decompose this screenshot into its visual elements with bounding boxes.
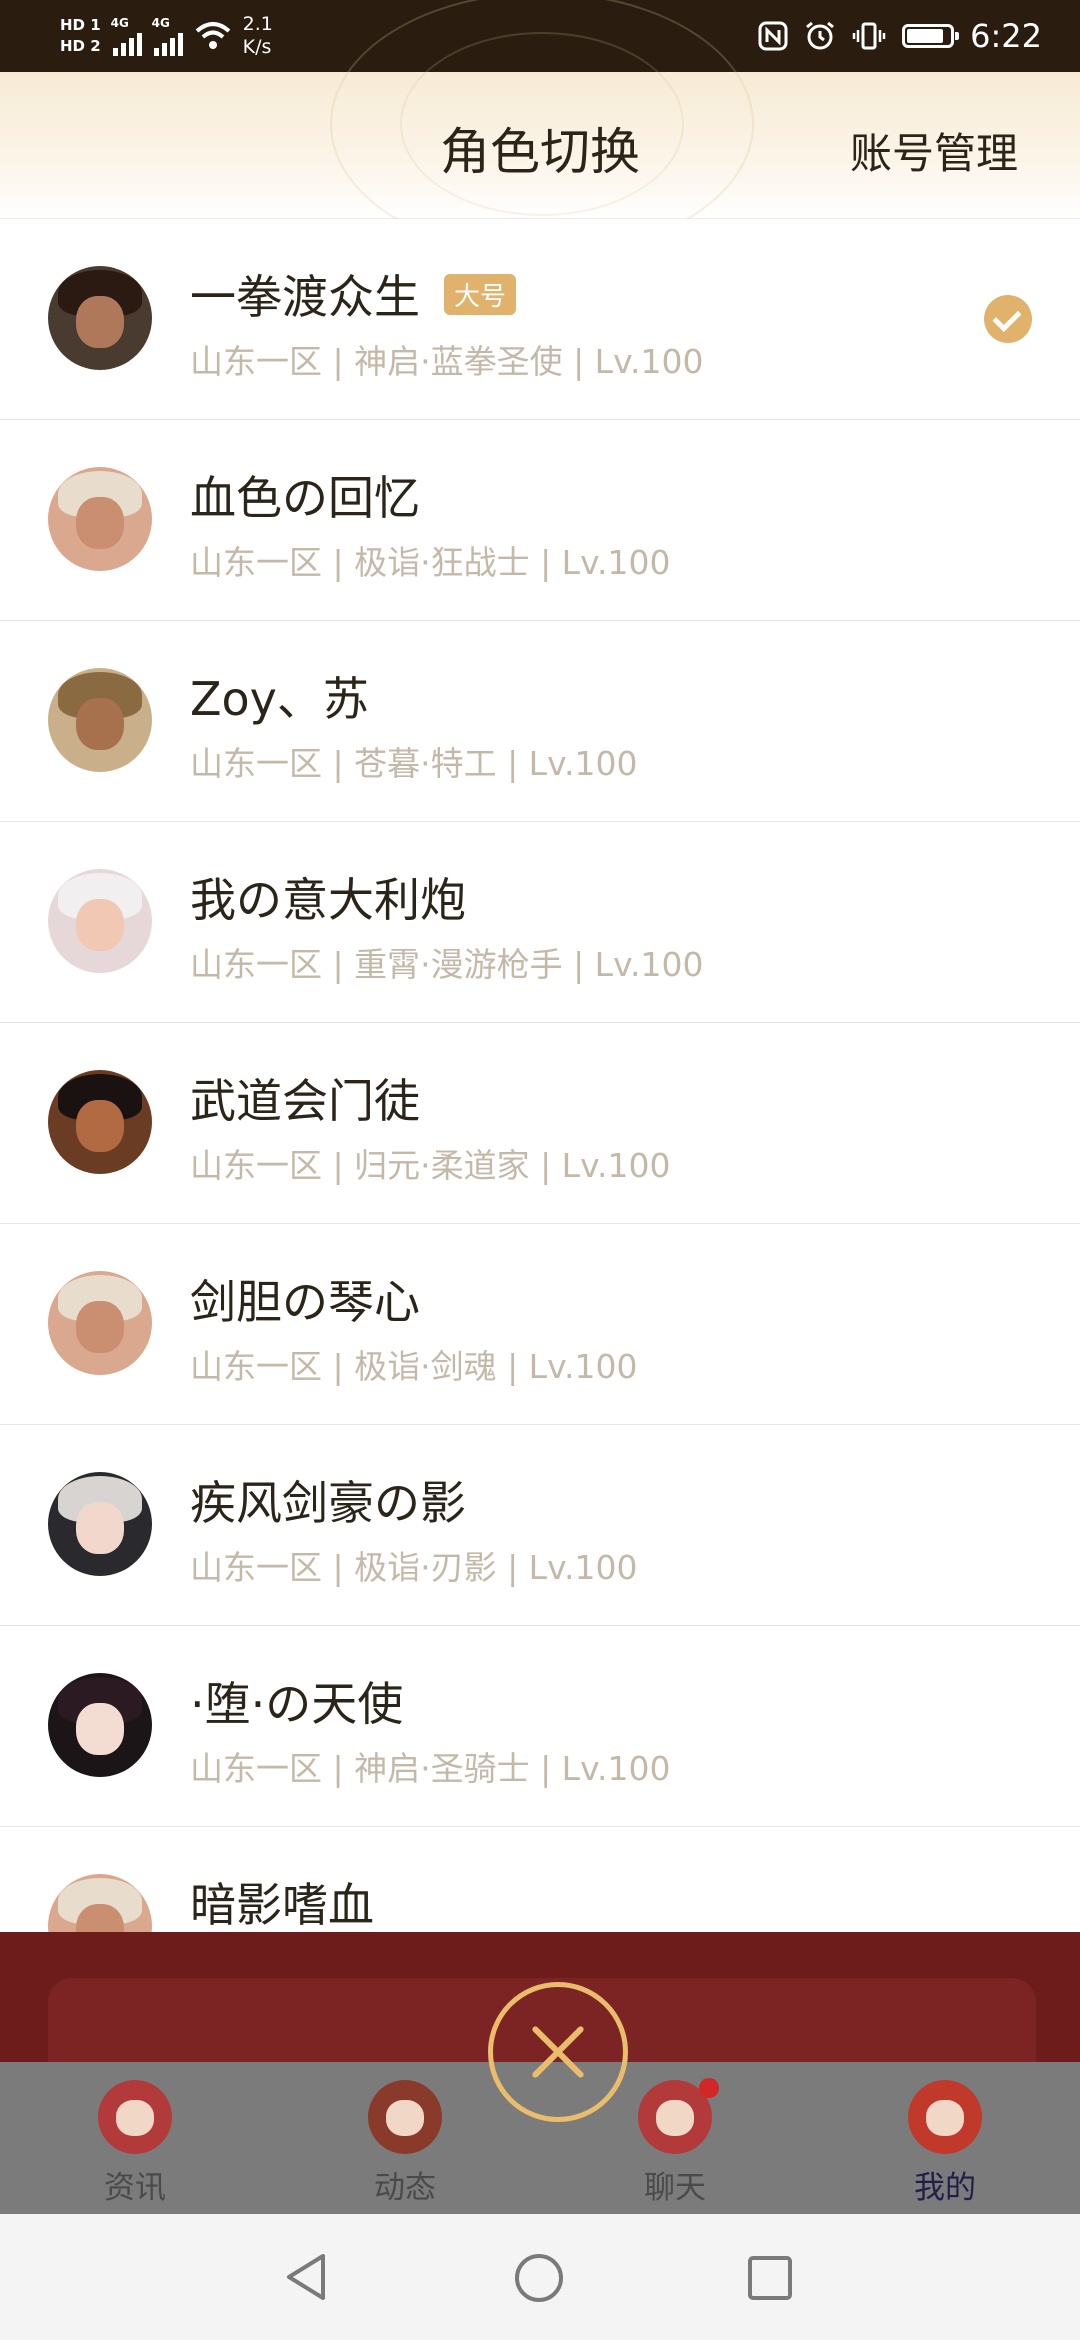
role-name: 疾风剑豪の影 — [190, 1476, 466, 1530]
role-name: 血色の回忆 — [190, 471, 420, 525]
hd2-label: HD 2 — [60, 37, 101, 55]
role-meta: 山东一区 | 归元·柔道家 | Lv.100 — [190, 1146, 671, 1185]
network-speed: 2.1 K/s — [243, 13, 273, 59]
tab-me[interactable]: 我的 — [810, 2062, 1080, 2214]
tab-label: 资讯 — [104, 2170, 166, 2206]
tab-label: 聊天 — [644, 2170, 706, 2206]
avatar — [48, 1271, 152, 1375]
home-icon[interactable] — [513, 2252, 565, 2304]
role-meta: 山东一区 | 重霄·漫游枪手 | Lv.100 — [190, 945, 704, 984]
role-row[interactable]: ·堕·の天使 山东一区 | 神启·圣骑士 | Lv.100 — [0, 1626, 1080, 1827]
clock: 6:22 — [970, 17, 1042, 55]
battery-icon — [902, 24, 960, 48]
role-meta: 山东一区 | 神启·圣骑士 | Lv.100 — [190, 1749, 671, 1788]
me-tab-icon — [908, 2080, 982, 2154]
role-name: 暗影嗜血 — [190, 1878, 374, 1932]
tab-label: 动态 — [374, 2170, 436, 2206]
feed-tab-icon — [368, 2080, 442, 2154]
role-name: 我の意大利炮 — [190, 873, 466, 927]
tab-news[interactable]: 资讯 — [0, 2062, 270, 2214]
role-row[interactable]: 剑胆の琴心 山东一区 | 极诣·剑魂 | Lv.100 — [0, 1224, 1080, 1425]
role-name: Zoy、苏 — [190, 672, 369, 726]
role-meta: 山东一区 | 苍暮·特工 | Lv.100 — [190, 744, 638, 783]
news-tab-icon — [98, 2080, 172, 2154]
alarm-icon — [806, 21, 835, 50]
recents-icon[interactable] — [746, 2254, 794, 2302]
avatar — [48, 869, 152, 973]
tab-label: 我的 — [914, 2170, 976, 2206]
avatar — [48, 266, 152, 370]
system-nav-bar — [0, 2214, 1080, 2340]
role-meta: 山东一区 | 极诣·狂战士 | Lv.100 — [190, 543, 671, 582]
unread-dot — [699, 2078, 719, 2098]
role-name-wrap: 一拳渡众生 大号 — [190, 261, 517, 327]
signal-2-icon: 4G — [151, 16, 183, 56]
role-name: ·堕·の天使 — [190, 1677, 404, 1731]
main-account-badge: 大号 — [444, 274, 517, 315]
avatar — [48, 1673, 152, 1777]
selected-check-icon — [984, 295, 1032, 343]
avatar — [48, 467, 152, 571]
close-button[interactable] — [488, 1982, 628, 2122]
role-meta: 山东一区 | 极诣·刃影 | Lv.100 — [190, 1548, 638, 1587]
back-icon[interactable] — [283, 2252, 331, 2302]
hd-indicator: HD 1 HD 2 — [60, 17, 101, 55]
role-row[interactable]: Zoy、苏 山东一区 | 苍暮·特工 | Lv.100 — [0, 621, 1080, 822]
wifi-icon — [195, 22, 230, 49]
signal-1-icon: 4G — [110, 16, 142, 56]
page-header: 角色切换 账号管理 — [0, 0, 1080, 256]
role-meta: 山东一区 | 极诣·剑魂 | Lv.100 — [190, 1347, 638, 1386]
role-name: 武道会门徒 — [190, 1074, 420, 1128]
role-row[interactable]: 武道会门徒 山东一区 | 归元·柔道家 | Lv.100 — [0, 1023, 1080, 1224]
role-name: 一拳渡众生 — [190, 270, 420, 324]
avatar — [48, 1070, 152, 1174]
network-speed-unit: K/s — [242, 36, 272, 58]
role-row[interactable]: 一拳渡众生 大号 山东一区 | 神启·蓝拳圣使 | Lv.100 — [0, 219, 1080, 420]
role-meta: 山东一区 | 神启·蓝拳圣使 | Lv.100 — [190, 342, 704, 381]
role-row[interactable]: 疾风剑豪の影 山东一区 | 极诣·刃影 | Lv.100 — [0, 1425, 1080, 1626]
hd1-label: HD 1 — [60, 16, 101, 34]
network-type-2: 4G — [151, 16, 170, 30]
vibrate-icon — [852, 22, 886, 50]
role-list[interactable]: 一拳渡众生 大号 山东一区 | 神启·蓝拳圣使 | Lv.100 血色の回忆 山东… — [0, 219, 1080, 1962]
role-row[interactable]: 我の意大利炮 山东一区 | 重霄·漫游枪手 | Lv.100 — [0, 822, 1080, 1023]
network-type-1: 4G — [110, 16, 129, 30]
avatar — [48, 668, 152, 772]
role-row[interactable]: 血色の回忆 山东一区 | 极诣·狂战士 | Lv.100 — [0, 420, 1080, 621]
account-manage-button[interactable]: 账号管理 — [850, 120, 1018, 181]
network-speed-value: 2.1 — [242, 13, 273, 35]
role-name: 剑胆の琴心 — [190, 1275, 420, 1329]
nfc-icon — [758, 21, 788, 51]
avatar — [48, 1472, 152, 1576]
